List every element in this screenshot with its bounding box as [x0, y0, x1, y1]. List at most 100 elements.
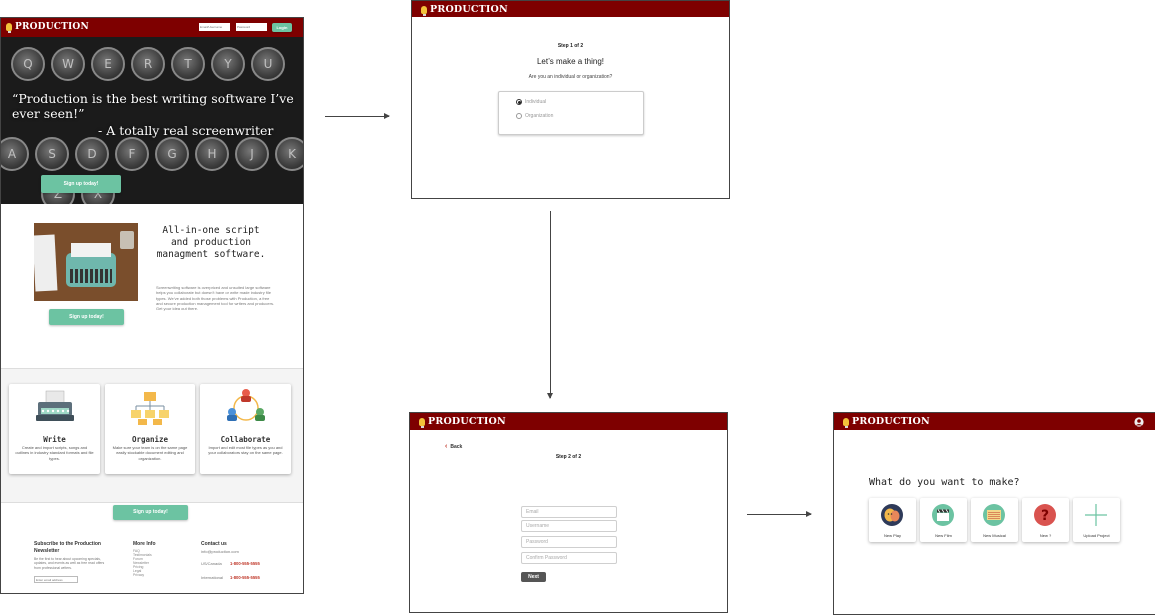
password-field[interactable]: Password [521, 536, 617, 548]
lightbulb-icon [843, 417, 849, 428]
make-title: What do you want to make? [869, 477, 1020, 488]
username-field[interactable]: Username [521, 520, 617, 532]
back-link[interactable]: ‹ Back [445, 443, 463, 450]
organize-card: Organize Make sure your team is on the s… [105, 384, 195, 474]
landing-header: PRODUCTION Login [1, 18, 303, 37]
write-card-desc: Create and import scripts, songs and out… [15, 445, 94, 461]
folder-tree-icon [131, 392, 169, 425]
typewriter-key: U [251, 47, 285, 81]
typewriter-key: F [115, 137, 149, 171]
radio-unselected-icon[interactable] [516, 113, 522, 119]
team-icon [227, 389, 265, 421]
login-password-input[interactable] [236, 23, 267, 31]
tile-upload-project-label: Upload Project [1083, 533, 1110, 538]
typewriter-icon [36, 390, 74, 421]
tile-new-musical[interactable]: New Musical [971, 498, 1018, 542]
brand-logo[interactable]: PRODUCTION [6, 22, 89, 33]
flow-arrow-2 [547, 211, 553, 399]
footer-link-privacy[interactable]: Privacy [133, 573, 152, 577]
typewriter-key: D [75, 137, 109, 171]
film-clapper-icon [932, 504, 954, 526]
typewriter-key: K [275, 137, 303, 171]
svg-text:?: ? [1041, 508, 1049, 524]
newsletter-title: Subscribe to the Production Newsletter [34, 541, 101, 554]
typewriter-key: R [131, 47, 165, 81]
typewriter-photo [34, 223, 138, 301]
hero-quote-line2: ever seen!” [12, 106, 85, 121]
hero-section: QWERTYUASDFGHJKLZX “Production is the be… [1, 37, 303, 204]
typewriter-key: A [1, 137, 29, 171]
plus-icon [1085, 504, 1107, 526]
next-button[interactable]: Next [521, 572, 546, 582]
radio-selected-icon[interactable] [516, 99, 522, 105]
option-organization[interactable]: Organization [516, 113, 553, 119]
feature-section: All-in-one script and production managme… [1, 205, 303, 368]
flow-arrow-3 [747, 511, 812, 517]
feature-body: Screenwriting software is overpriced and… [156, 285, 275, 312]
login-button[interactable]: Login [272, 23, 292, 32]
tile-new-play-label: New Play [884, 533, 901, 538]
tile-new-play[interactable]: New Play [869, 498, 916, 542]
confirm-password-field[interactable]: Confirm Password [521, 552, 617, 564]
hero-quote-line1: “Production is the best writing software… [12, 91, 294, 106]
brand-name: PRODUCTION [852, 416, 930, 427]
typewriter-key: Q [11, 47, 45, 81]
typewriter-key: G [155, 137, 189, 171]
organize-card-desc: Make sure your team is on the same page … [112, 445, 188, 461]
features-cards-section: Write Create and import scripts, songs a… [1, 368, 303, 503]
collaborate-card-desc: Import and edit most file types as you a… [208, 445, 283, 456]
question-mark-icon: ? [1034, 504, 1056, 526]
contact-intl-label: International [201, 575, 224, 580]
option-individual[interactable]: Individual [516, 99, 546, 105]
step1-title: Let’s make a thing! [536, 57, 604, 66]
typewriter-key: W [51, 47, 85, 81]
step1-header: PRODUCTION [412, 1, 729, 17]
lightbulb-icon [419, 417, 425, 428]
option-individual-label: Individual [525, 99, 547, 105]
collaborate-card: Collaborate Import and edit most file ty… [200, 384, 291, 474]
typewriter-key: J [235, 137, 269, 171]
organize-card-title: Organize [131, 435, 169, 444]
brand-logo[interactable]: PRODUCTION [421, 4, 508, 16]
feature-signup-button[interactable]: Sign up today! [49, 309, 124, 325]
step2-frame: PRODUCTION ‹ Back Step 2 of 2 Email User… [409, 412, 728, 613]
brand-name: PRODUCTION [15, 22, 89, 32]
chevron-left-icon: ‹ [445, 443, 448, 450]
brand-name: PRODUCTION [428, 416, 506, 427]
option-organization-label: Organization [525, 113, 554, 119]
brand-logo[interactable]: PRODUCTION [419, 416, 506, 428]
typewriter-key: S [35, 137, 69, 171]
contact-email[interactable]: info@production.com [201, 549, 239, 554]
login-email-input[interactable] [199, 23, 230, 31]
tile-new-other[interactable]: ? New ? [1022, 498, 1069, 542]
hero-signup-button[interactable]: Sign up today! [41, 175, 121, 193]
collaborate-card-title: Collaborate [220, 435, 271, 444]
step2-indicator: Step 2 of 2 [555, 454, 582, 460]
write-card: Write Create and import scripts, songs a… [9, 384, 100, 474]
hero-quote: “Production is the best writing software… [12, 91, 302, 121]
more-info-title: More Info [133, 541, 156, 547]
theater-masks-icon [881, 504, 903, 526]
back-label: Back [450, 444, 463, 450]
lightbulb-icon [6, 23, 12, 33]
tile-upload-project[interactable]: Upload Project [1073, 498, 1120, 542]
tile-new-film[interactable]: New Film [920, 498, 967, 542]
write-card-title: Write [43, 435, 66, 444]
step2-header: PRODUCTION [410, 413, 727, 430]
newsletter-email-input[interactable] [34, 576, 78, 583]
flow-arrow-1 [325, 113, 390, 119]
step1-frame: PRODUCTION Step 1 of 2 Let’s make a thin… [411, 0, 730, 199]
typewriter-key: T [171, 47, 205, 81]
footer: Subscribe to the Production Newsletter B… [1, 525, 303, 593]
typewriter-key: H [195, 137, 229, 171]
email-field[interactable]: Email [521, 506, 617, 518]
typewriter-key: Y [211, 47, 245, 81]
bottom-signup-button[interactable]: Sign up today! [113, 505, 188, 520]
brand-name: PRODUCTION [430, 4, 508, 15]
contact-intl-phone[interactable]: 1-800-555-5555 [230, 575, 260, 580]
brand-logo[interactable]: PRODUCTION [843, 416, 930, 428]
more-info-links: FAQ Testimonials Forum Newsletter Pricin… [133, 549, 152, 577]
contact-us-phone[interactable]: 1-800-555-5555 [230, 561, 260, 566]
make-header: PRODUCTION [834, 413, 1155, 430]
user-avatar-icon[interactable] [1134, 417, 1144, 427]
